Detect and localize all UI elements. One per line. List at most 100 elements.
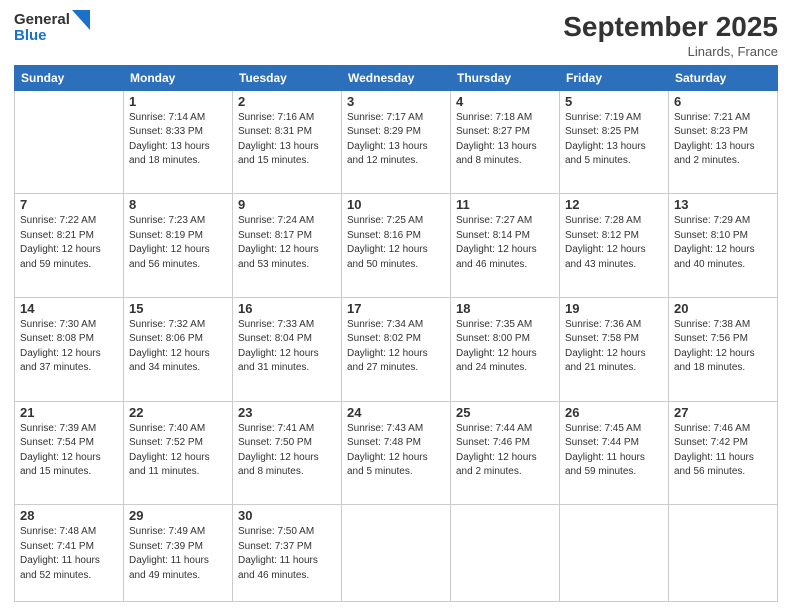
day-info: Sunrise: 7:44 AMSunset: 7:46 PMDaylight:…	[456, 422, 554, 480]
table-row: 5 Sunrise: 7:19 AMSunset: 8:25 PMDaylight…	[560, 90, 669, 194]
day-number: 27	[674, 405, 772, 420]
col-thursday: Thursday	[451, 65, 560, 90]
table-row: 25 Sunrise: 7:44 AMSunset: 7:46 PMDayligh…	[451, 401, 560, 505]
table-row: 15 Sunrise: 7:32 AMSunset: 8:06 PMDayligh…	[124, 297, 233, 401]
table-row: 7 Sunrise: 7:22 AMSunset: 8:21 PMDaylight…	[15, 194, 124, 298]
day-info: Sunrise: 7:33 AMSunset: 8:04 PMDaylight:…	[238, 318, 336, 376]
day-number: 17	[347, 301, 445, 316]
day-info: Sunrise: 7:49 AMSunset: 7:39 PMDaylight:…	[129, 525, 227, 583]
day-number: 24	[347, 405, 445, 420]
day-number: 9	[238, 197, 336, 212]
day-number: 7	[20, 197, 118, 212]
day-info: Sunrise: 7:35 AMSunset: 8:00 PMDaylight:…	[456, 318, 554, 376]
col-sunday: Sunday	[15, 65, 124, 90]
day-info: Sunrise: 7:16 AMSunset: 8:31 PMDaylight:…	[238, 111, 336, 169]
day-number: 16	[238, 301, 336, 316]
day-info: Sunrise: 7:17 AMSunset: 8:29 PMDaylight:…	[347, 111, 445, 169]
table-row: 10 Sunrise: 7:25 AMSunset: 8:16 PMDayligh…	[342, 194, 451, 298]
day-number: 23	[238, 405, 336, 420]
day-info: Sunrise: 7:25 AMSunset: 8:16 PMDaylight:…	[347, 214, 445, 272]
table-row: 6 Sunrise: 7:21 AMSunset: 8:23 PMDaylight…	[669, 90, 778, 194]
table-row: 17 Sunrise: 7:34 AMSunset: 8:02 PMDayligh…	[342, 297, 451, 401]
col-friday: Friday	[560, 65, 669, 90]
day-info: Sunrise: 7:23 AMSunset: 8:19 PMDaylight:…	[129, 214, 227, 272]
day-number: 30	[238, 508, 336, 523]
day-info: Sunrise: 7:28 AMSunset: 8:12 PMDaylight:…	[565, 214, 663, 272]
day-info: Sunrise: 7:29 AMSunset: 8:10 PMDaylight:…	[674, 214, 772, 272]
table-row: 12 Sunrise: 7:28 AMSunset: 8:12 PMDayligh…	[560, 194, 669, 298]
day-number: 20	[674, 301, 772, 316]
table-row	[15, 90, 124, 194]
table-row: 29 Sunrise: 7:49 AMSunset: 7:39 PMDayligh…	[124, 505, 233, 602]
table-row: 22 Sunrise: 7:40 AMSunset: 7:52 PMDayligh…	[124, 401, 233, 505]
table-row: 26 Sunrise: 7:45 AMSunset: 7:44 PMDayligh…	[560, 401, 669, 505]
page-header: General Blue September 2025 Linards, Fra…	[14, 10, 778, 59]
col-wednesday: Wednesday	[342, 65, 451, 90]
table-row: 11 Sunrise: 7:27 AMSunset: 8:14 PMDayligh…	[451, 194, 560, 298]
table-row: 21 Sunrise: 7:39 AMSunset: 7:54 PMDayligh…	[15, 401, 124, 505]
table-row: 20 Sunrise: 7:38 AMSunset: 7:56 PMDayligh…	[669, 297, 778, 401]
day-number: 6	[674, 94, 772, 109]
table-row: 2 Sunrise: 7:16 AMSunset: 8:31 PMDaylight…	[233, 90, 342, 194]
table-row: 9 Sunrise: 7:24 AMSunset: 8:17 PMDaylight…	[233, 194, 342, 298]
day-number: 18	[456, 301, 554, 316]
day-info: Sunrise: 7:14 AMSunset: 8:33 PMDaylight:…	[129, 111, 227, 169]
table-row: 28 Sunrise: 7:48 AMSunset: 7:41 PMDayligh…	[15, 505, 124, 602]
day-number: 8	[129, 197, 227, 212]
logo: General Blue	[14, 10, 90, 45]
day-info: Sunrise: 7:32 AMSunset: 8:06 PMDaylight:…	[129, 318, 227, 376]
day-info: Sunrise: 7:19 AMSunset: 8:25 PMDaylight:…	[565, 111, 663, 169]
day-number: 12	[565, 197, 663, 212]
day-number: 10	[347, 197, 445, 212]
calendar-table: Sunday Monday Tuesday Wednesday Thursday…	[14, 65, 778, 602]
day-number: 26	[565, 405, 663, 420]
day-info: Sunrise: 7:43 AMSunset: 7:48 PMDaylight:…	[347, 422, 445, 480]
day-info: Sunrise: 7:36 AMSunset: 7:58 PMDaylight:…	[565, 318, 663, 376]
day-number: 21	[20, 405, 118, 420]
col-saturday: Saturday	[669, 65, 778, 90]
day-info: Sunrise: 7:27 AMSunset: 8:14 PMDaylight:…	[456, 214, 554, 272]
day-number: 4	[456, 94, 554, 109]
day-number: 13	[674, 197, 772, 212]
day-number: 15	[129, 301, 227, 316]
table-row: 27 Sunrise: 7:46 AMSunset: 7:42 PMDayligh…	[669, 401, 778, 505]
table-row	[342, 505, 451, 602]
subtitle: Linards, France	[563, 44, 778, 59]
table-row	[560, 505, 669, 602]
day-number: 5	[565, 94, 663, 109]
day-info: Sunrise: 7:34 AMSunset: 8:02 PMDaylight:…	[347, 318, 445, 376]
day-info: Sunrise: 7:22 AMSunset: 8:21 PMDaylight:…	[20, 214, 118, 272]
day-info: Sunrise: 7:48 AMSunset: 7:41 PMDaylight:…	[20, 525, 118, 583]
table-row: 30Sunrise: 7:50 AMSunset: 7:37 PMDayligh…	[233, 505, 342, 602]
day-number: 11	[456, 197, 554, 212]
table-row	[451, 505, 560, 602]
table-row: 24 Sunrise: 7:43 AMSunset: 7:48 PMDayligh…	[342, 401, 451, 505]
day-number: 22	[129, 405, 227, 420]
day-info: Sunrise: 7:41 AMSunset: 7:50 PMDaylight:…	[238, 422, 336, 480]
day-number: 3	[347, 94, 445, 109]
day-info: Sunrise: 7:40 AMSunset: 7:52 PMDaylight:…	[129, 422, 227, 480]
day-info: Sunrise: 7:24 AMSunset: 8:17 PMDaylight:…	[238, 214, 336, 272]
day-info: Sunrise: 7:46 AMSunset: 7:42 PMDaylight:…	[674, 422, 772, 480]
table-row: 3 Sunrise: 7:17 AMSunset: 8:29 PMDaylight…	[342, 90, 451, 194]
table-row: 4Sunrise: 7:18 AMSunset: 8:27 PMDaylight…	[451, 90, 560, 194]
table-row: 16 Sunrise: 7:33 AMSunset: 8:04 PMDayligh…	[233, 297, 342, 401]
day-number: 25	[456, 405, 554, 420]
header-row: Sunday Monday Tuesday Wednesday Thursday…	[15, 65, 778, 90]
day-info: Sunrise: 7:39 AMSunset: 7:54 PMDaylight:…	[20, 422, 118, 480]
day-info: Sunrise: 7:45 AMSunset: 7:44 PMDaylight:…	[565, 422, 663, 480]
table-row: 1 Sunrise: 7:14 AMSunset: 8:33 PMDaylight…	[124, 90, 233, 194]
day-info: Sunrise: 7:21 AMSunset: 8:23 PMDaylight:…	[674, 111, 772, 169]
title-block: September 2025 Linards, France	[563, 10, 778, 59]
day-number: 28	[20, 508, 118, 523]
day-number: 2	[238, 94, 336, 109]
day-number: 1	[129, 94, 227, 109]
day-number: 29	[129, 508, 227, 523]
day-info: Sunrise: 7:38 AMSunset: 7:56 PMDaylight:…	[674, 318, 772, 376]
table-row: 19 Sunrise: 7:36 AMSunset: 7:58 PMDayligh…	[560, 297, 669, 401]
day-info: Sunrise: 7:30 AMSunset: 8:08 PMDaylight:…	[20, 318, 118, 376]
main-title: September 2025	[563, 10, 778, 44]
table-row: 13 Sunrise: 7:29 AMSunset: 8:10 PMDayligh…	[669, 194, 778, 298]
day-number: 19	[565, 301, 663, 316]
table-row	[669, 505, 778, 602]
